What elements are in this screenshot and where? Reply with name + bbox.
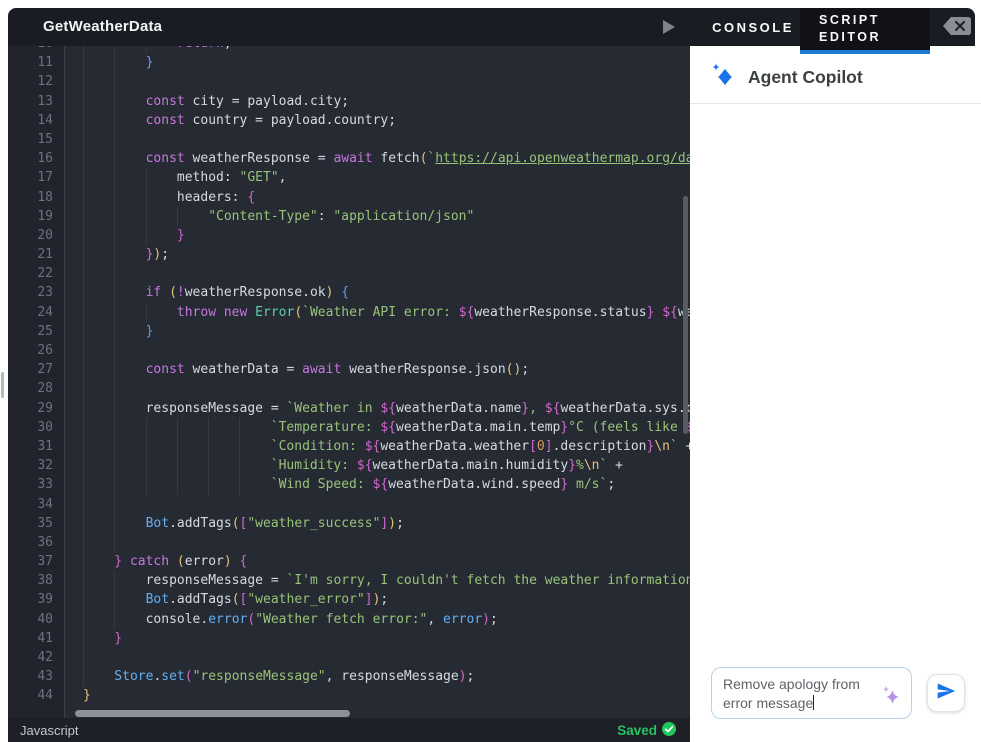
- code-line: 31 `Condition: ${weatherData.weather[0].d…: [8, 436, 690, 457]
- code-line: 44}: [37, 688, 91, 704]
- code-line: 41}: [8, 628, 690, 648]
- tab-script-editor[interactable]: SCRIPT EDITOR: [800, 8, 930, 50]
- code-line: 17 method: "GET",: [8, 168, 690, 188]
- code-line: 36: [8, 532, 690, 553]
- copilot-sparkle-icon: [710, 62, 736, 93]
- code-line: 38 responseMessage = `I'm sorry, I couldn…: [8, 571, 690, 591]
- code-editor[interactable]: 10return;11}1213const city = payload.cit…: [8, 46, 690, 742]
- code-line: 30 `Temperature: ${weatherData.main.temp}…: [8, 417, 690, 437]
- code-line: 21});: [8, 245, 690, 265]
- prompt-sparkle-icon: [880, 684, 902, 711]
- code-line: 39 Bot.addTags(["weather_error"]);: [8, 590, 690, 610]
- agent-copilot-panel: Agent Copilot Remove apology from error …: [690, 46, 981, 742]
- code-line: 13 const city = payload.city;: [8, 91, 690, 111]
- code-line: 32 `Humidity: ${weatherData.main.humidity…: [8, 456, 690, 476]
- code-line: 15: [8, 129, 690, 150]
- code-line: 23 if (!weatherResponse.ok) {: [8, 283, 690, 303]
- vertical-scrollbar[interactable]: [683, 196, 688, 434]
- close-editor-button[interactable]: [936, 15, 978, 41]
- code-line: 11}: [8, 53, 690, 73]
- code-line: 20}: [8, 225, 690, 246]
- horizontal-scrollbar[interactable]: [75, 710, 350, 717]
- code-line: 35 Bot.addTags(["weather_success"]);: [8, 513, 690, 533]
- script-editor-window: GetWeatherData CONSOLE SCRIPT EDITOR 10r…: [0, 0, 981, 742]
- code-line: 22: [8, 264, 690, 284]
- saved-check-icon: [662, 721, 676, 739]
- code-line: 19 "Content-Type": "application/json": [8, 206, 690, 226]
- code-line: 14 const country = payload.country;: [8, 110, 690, 130]
- send-icon: [936, 681, 956, 706]
- code-line: 33 `Wind Speed: ${weatherData.wind.speed}…: [8, 475, 690, 495]
- code-line: 12: [8, 72, 690, 92]
- window-titlebar: GetWeatherData CONSOLE SCRIPT EDITOR: [8, 8, 978, 54]
- language-label: Javascript: [20, 722, 79, 738]
- code-line: 29 responseMessage = `Weather in ${weathe…: [8, 398, 690, 418]
- code-line: 28: [8, 379, 690, 399]
- active-tab-indicator: [800, 50, 930, 54]
- code-line: 34: [8, 494, 690, 514]
- code-line: 43 Store.set("responseMessage", responseM…: [8, 667, 690, 687]
- code-line: 40 console.error("Weather fetch error:", …: [8, 609, 690, 629]
- panel-resize-handle[interactable]: [1, 372, 4, 398]
- code-line: 10return;: [8, 46, 690, 54]
- code-line: 26: [8, 341, 690, 361]
- copilot-prompt-input[interactable]: Remove apology from error message: [711, 667, 912, 719]
- code-line: 42: [8, 648, 690, 668]
- run-script-button[interactable]: [660, 19, 678, 35]
- play-icon: [660, 19, 678, 35]
- send-prompt-button[interactable]: [927, 674, 965, 712]
- save-status: Saved: [617, 721, 676, 739]
- code-line: 37} catch (error) {: [8, 552, 690, 572]
- code-line: 16 const weatherResponse = await fetch(`h…: [8, 149, 690, 169]
- editor-statusbar: Javascript Saved: [8, 718, 690, 742]
- code-line: 27 const weatherData = await weatherRespo…: [8, 360, 690, 380]
- backspace-close-icon: [941, 14, 973, 43]
- code-line: 25}: [8, 321, 690, 341]
- code-lines: 10return;11}1213const city = payload.cit…: [8, 46, 690, 706]
- script-title: GetWeatherData: [43, 18, 163, 35]
- copilot-title: Agent Copilot: [748, 67, 863, 87]
- copilot-divider: [690, 103, 981, 104]
- code-line: 18 headers: {: [8, 187, 690, 207]
- tab-console[interactable]: CONSOLE: [708, 8, 798, 46]
- text-cursor: [813, 695, 815, 710]
- code-line: 24 throw new Error(`Weather API error: ${…: [8, 302, 690, 322]
- copilot-header: Agent Copilot: [710, 62, 863, 93]
- saved-label: Saved: [617, 722, 657, 738]
